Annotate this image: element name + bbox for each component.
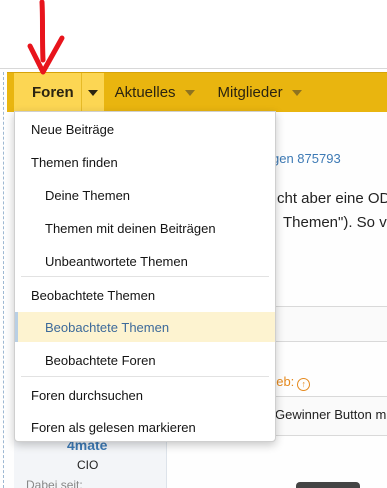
- menu-item-beobachtete-themen-header[interactable]: Beobachtete Themen: [15, 280, 275, 310]
- arrow-up-circle-icon[interactable]: ↑: [297, 378, 311, 391]
- menu-divider: [21, 276, 269, 277]
- menu-item-unbeantwortete-themen[interactable]: Unbeantwortete Themen: [15, 246, 275, 276]
- red-arrow-down-icon: [27, 0, 65, 75]
- menu-divider: [21, 376, 269, 377]
- nav-tab-aktuelles[interactable]: Aktuelles: [107, 73, 203, 113]
- menu-item-foren-als-gelesen-markieren[interactable]: Foren als gelesen markieren: [15, 412, 275, 442]
- selection-dashed-border: [3, 72, 4, 488]
- joined-label: Dabei seit:: [26, 478, 83, 488]
- nav-tab-aktuelles-label: Aktuelles: [114, 84, 176, 101]
- menu-item-beobachtete-foren[interactable]: Beobachtete Foren: [15, 345, 275, 375]
- nav-tab-foren-label: Foren: [32, 84, 74, 101]
- nav-tab-mitglieder-label: Mitglieder: [217, 84, 283, 101]
- nav-tab-mitglieder[interactable]: Mitglieder: [210, 73, 310, 113]
- menu-item-neue-beitraege[interactable]: Neue Beiträge: [15, 114, 275, 144]
- post-body-line-1: cht aber eine OD: [277, 190, 387, 207]
- caret-down-icon: [291, 89, 302, 96]
- menu-item-foren-durchsuchen[interactable]: Foren durchsuchen: [15, 380, 275, 410]
- post-body-line-2: Themen"). So v: [283, 214, 387, 231]
- nav-tab-foren-toggle[interactable]: [80, 72, 104, 113]
- foren-dropdown-menu: Neue Beiträge Themen finden Deine Themen…: [14, 111, 276, 442]
- nav-tab-foren[interactable]: Foren: [14, 72, 104, 113]
- thread-link[interactable]: gen 875793: [272, 151, 341, 166]
- dark-floating-tab[interactable]: [296, 482, 360, 488]
- menu-item-deine-themen[interactable]: Deine Themen: [15, 180, 275, 210]
- quote-text: Gewinner Button m: [275, 407, 387, 422]
- caret-down-icon: [87, 89, 98, 96]
- caret-down-icon: [184, 89, 195, 96]
- menu-item-themen-mit-deinen-beitraegen[interactable]: Themen mit deinen Beiträgen: [15, 213, 275, 243]
- user-role: CIO: [77, 458, 99, 472]
- menu-item-themen-finden[interactable]: Themen finden: [15, 147, 275, 177]
- main-navbar: Foren Aktuelles Mitglieder: [7, 72, 387, 113]
- menu-item-beobachtete-themen[interactable]: Beobachtete Themen: [15, 312, 275, 342]
